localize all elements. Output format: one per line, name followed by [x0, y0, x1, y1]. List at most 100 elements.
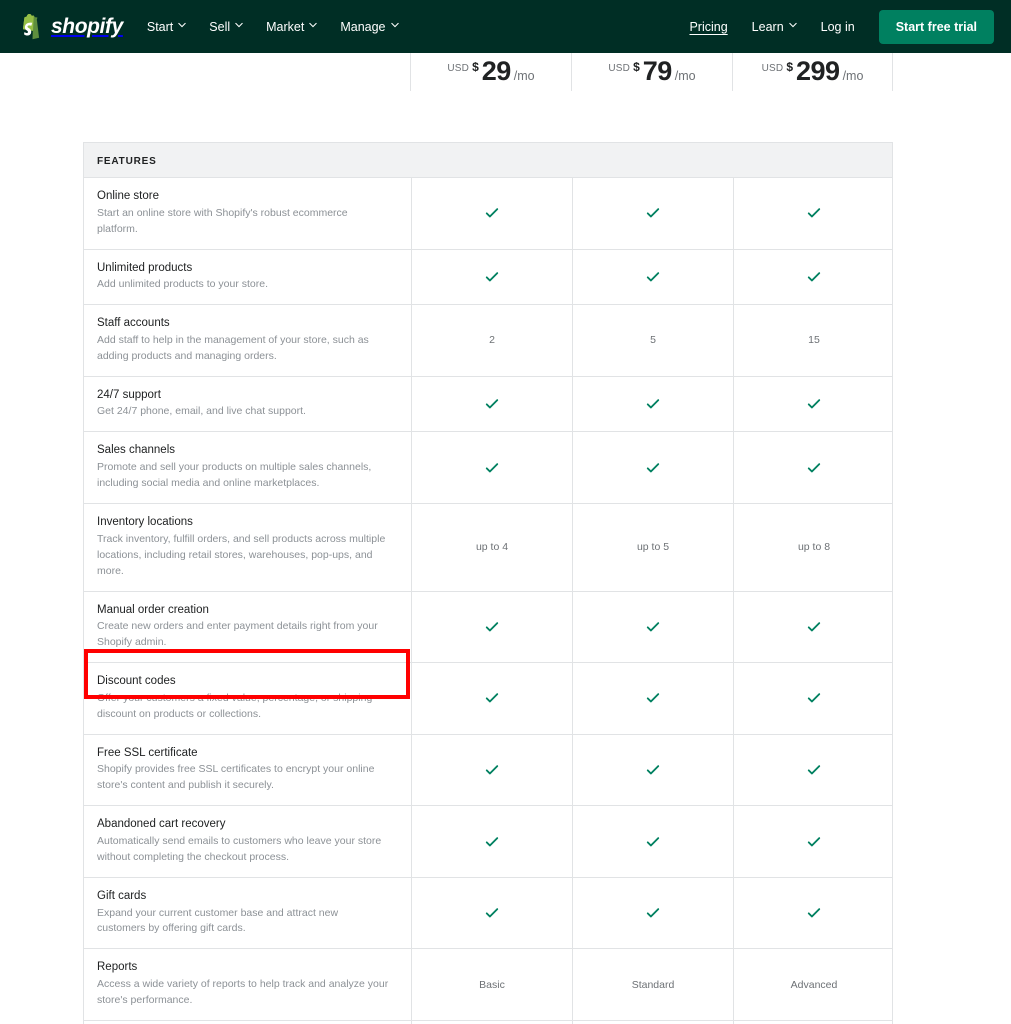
- plan-value-cell: [733, 806, 894, 877]
- plan-value-text: 5: [650, 334, 656, 346]
- plan-value-cell: [411, 806, 572, 877]
- plan-value-cell: [733, 592, 894, 663]
- check-icon: [646, 620, 660, 634]
- plan-value-cell: [411, 663, 572, 734]
- table-row: Online storeStart an online store with S…: [84, 178, 892, 250]
- feature-title: Online store: [97, 188, 389, 205]
- plan-value-text: up to 8: [798, 541, 830, 553]
- shopify-logo-link[interactable]: shopify: [20, 14, 123, 40]
- chevron-down-icon: [789, 22, 797, 30]
- feature-title: Gift cards: [97, 888, 389, 905]
- nav-item-sell-label: Sell: [209, 20, 230, 34]
- nav-item-sell[interactable]: Sell: [209, 20, 243, 34]
- plan-value-cell: [411, 735, 572, 806]
- plan-value-cell: up to 5: [572, 504, 733, 591]
- price-symbol: $: [633, 60, 640, 74]
- shopify-bag-logo-icon: [20, 14, 44, 40]
- chevron-down-icon: [178, 22, 186, 30]
- feature-description: Shopify provides free SSL certificates t…: [97, 762, 389, 794]
- nav-item-market[interactable]: Market: [266, 20, 317, 34]
- plan-value-cell: [572, 878, 733, 949]
- feature-title: Reports: [97, 959, 389, 976]
- plan-value-cell: [411, 178, 572, 249]
- check-icon: [646, 691, 660, 705]
- feature-cell: Online storeStart an online store with S…: [84, 178, 411, 249]
- check-icon: [485, 691, 499, 705]
- plan-value-cell: [733, 735, 894, 806]
- check-icon: [485, 206, 499, 220]
- table-row: Discount codesOffer your customers a fix…: [84, 663, 892, 735]
- plan-value-cell: Basic: [411, 949, 572, 1020]
- feature-description: Start an online store with Shopify's rob…: [97, 206, 389, 238]
- feature-description: Promote and sell your products on multip…: [97, 460, 389, 492]
- price-symbol: $: [472, 60, 479, 74]
- feature-rows-container: Online storeStart an online store with S…: [84, 178, 892, 1024]
- features-section-header: FEATURES: [84, 143, 892, 178]
- table-row: ReportsAccess a wide variety of reports …: [84, 949, 892, 1021]
- plan-price-shopify: USD $ 79 /mo: [571, 53, 732, 91]
- price-period: /mo: [843, 69, 864, 83]
- plan-value-cell: [572, 592, 733, 663]
- features-section-label: FEATURES: [97, 156, 157, 167]
- check-icon: [646, 461, 660, 475]
- feature-cell: Free SSL certificateShopify provides fre…: [84, 735, 411, 806]
- table-row: Inventory locationsTrack inventory, fulf…: [84, 504, 892, 592]
- plan-value-cell: [411, 432, 572, 503]
- nav-item-log-in[interactable]: Log in: [821, 20, 855, 34]
- plan-value-text: Basic: [479, 979, 505, 991]
- feature-title: Inventory locations: [97, 514, 389, 531]
- feature-title: Staff accounts: [97, 315, 389, 332]
- feature-cell: Staff accountsAdd staff to help in the m…: [84, 305, 411, 376]
- price-amount: 79: [643, 56, 672, 87]
- plan-value-text: 15: [808, 334, 820, 346]
- nav-item-start-label: Start: [147, 20, 173, 34]
- nav-item-pricing-label: Pricing: [689, 20, 727, 34]
- price-currency-label: USD: [447, 63, 469, 74]
- chevron-down-icon: [235, 22, 243, 30]
- price-symbol: $: [786, 60, 793, 74]
- feature-title: 24/7 support: [97, 387, 389, 404]
- check-icon: [646, 763, 660, 777]
- feature-title: Free SSL certificate: [97, 745, 389, 762]
- plan-value-cell: up to 4: [411, 504, 572, 591]
- check-icon: [646, 397, 660, 411]
- feature-comparison-table: FEATURES Online storeStart an online sto…: [83, 142, 893, 1024]
- plan-price-advanced: USD $ 299 /mo: [732, 53, 893, 91]
- nav-item-manage[interactable]: Manage: [340, 20, 398, 34]
- check-icon: [485, 397, 499, 411]
- plan-value-cell: [733, 432, 894, 503]
- table-row: 24/7 supportGet 24/7 phone, email, and l…: [84, 377, 892, 433]
- nav-item-pricing[interactable]: Pricing: [689, 20, 727, 34]
- plan-value-cell: Standard: [572, 949, 733, 1020]
- feature-description: Offer your customers a fixed value, perc…: [97, 691, 389, 723]
- feature-description: Add unlimited products to your store.: [97, 277, 389, 293]
- nav-item-log-in-label: Log in: [821, 20, 855, 34]
- table-row: Sales channelsPromote and sell your prod…: [84, 432, 892, 504]
- plan-price-header-row: USD $ 29 /mo USD $ 79 /mo USD $ 299 /mo: [83, 53, 893, 91]
- feature-title: Manual order creation: [97, 602, 389, 619]
- check-icon: [807, 906, 821, 920]
- pricing-comparison-page: USD $ 29 /mo USD $ 79 /mo USD $ 299 /mo: [0, 53, 1011, 1024]
- plan-value-cell: up to 8: [733, 504, 894, 591]
- plan-value-cell: [733, 663, 894, 734]
- table-row: Gift cardsExpand your current customer b…: [84, 878, 892, 950]
- start-free-trial-button[interactable]: Start free trial: [879, 10, 994, 44]
- plan-value-cell: [733, 250, 894, 305]
- nav-item-start[interactable]: Start: [147, 20, 186, 34]
- feature-cell: Abandoned cart recoveryAutomatically sen…: [84, 806, 411, 877]
- price-amount: 299: [796, 56, 840, 87]
- price-period: /mo: [675, 69, 696, 83]
- feature-description: Get 24/7 phone, email, and live chat sup…: [97, 404, 389, 420]
- check-icon: [485, 270, 499, 284]
- check-icon: [807, 620, 821, 634]
- plan-value-cell: [572, 178, 733, 249]
- nav-item-learn-label: Learn: [752, 20, 784, 34]
- feature-description: Automatically send emails to customers w…: [97, 834, 389, 866]
- plan-value-cell: [572, 432, 733, 503]
- check-icon: [485, 906, 499, 920]
- check-icon: [807, 691, 821, 705]
- price-period: /mo: [514, 69, 535, 83]
- plan-value-cell: [411, 878, 572, 949]
- nav-item-learn[interactable]: Learn: [752, 20, 797, 34]
- plan-value-cell: [411, 377, 572, 432]
